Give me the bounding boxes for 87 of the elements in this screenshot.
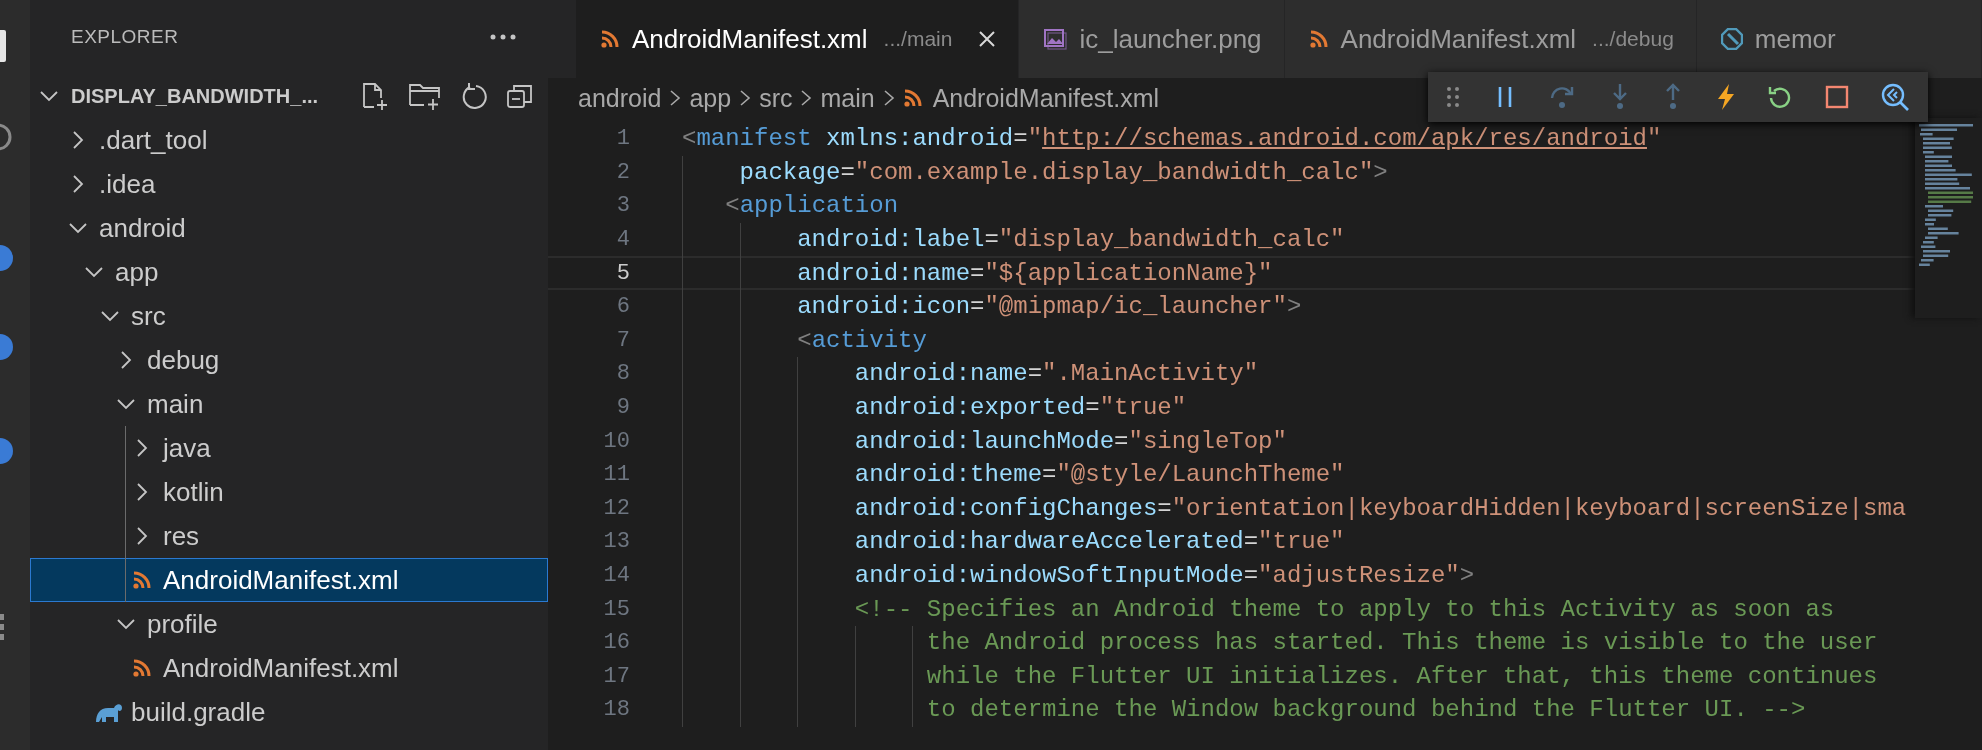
line-number: 14 [602, 563, 630, 588]
code-line: android:label="display_bandwidth_calc" [797, 226, 1345, 254]
code-line: package="com.example.display_bandwidth_calc"> [739, 158, 1388, 186]
editor-tab[interactable]: ic_launcher.png [1019, 0, 1285, 78]
line-number: 6 [615, 294, 630, 320]
collapse-all-icon[interactable] [506, 82, 534, 110]
rss-icon [600, 29, 620, 49]
breadcrumb-item[interactable]: AndroidManifest.xml [902, 83, 1160, 113]
tree-item[interactable]: src [30, 294, 548, 338]
notification-badge-icon [0, 333, 14, 361]
stop-icon[interactable] [1824, 85, 1849, 109]
line-number: 15 [602, 596, 630, 622]
breadcrumb-item[interactable]: android [578, 83, 662, 113]
line-number: 16 [602, 630, 630, 656]
refresh-icon[interactable] [460, 82, 488, 110]
editor-tab[interactable]: AndroidManifest.xml .../main [576, 0, 1020, 78]
code-line: android:hardwareAccelerated="true" [854, 528, 1345, 556]
restart-icon[interactable] [1767, 84, 1793, 110]
tree-item[interactable]: debug [30, 338, 548, 382]
notification-badge-icon [0, 437, 14, 465]
code-line: android:exported="true" [854, 394, 1187, 422]
lightning-icon[interactable] [1715, 83, 1736, 111]
tree-item[interactable]: profile [30, 602, 548, 646]
chevron-right-icon [800, 88, 813, 108]
hexagon-icon [1720, 28, 1743, 50]
line-number: 4 [615, 227, 630, 253]
rss-icon [132, 570, 152, 590]
rss-icon [902, 88, 923, 108]
line-number: 10 [602, 428, 630, 454]
code-line: to determine the Window background behind the Flutter UI. --> [926, 696, 1806, 724]
tree-item[interactable]: build.gradle [30, 690, 548, 734]
code-line: android:configChanges="orientation|keyboardHidden|keyboard|screenSize|sma [854, 494, 1907, 522]
line-number: 8 [615, 361, 630, 387]
notification-badge-icon [0, 244, 14, 272]
tree-item[interactable]: .idea [30, 162, 548, 206]
tree-item[interactable]: main [30, 382, 548, 426]
tree-item[interactable]: android [30, 206, 548, 250]
line-number: 11 [602, 462, 630, 488]
line-number: 17 [602, 663, 630, 689]
image-icon [1043, 28, 1068, 50]
code-line: <manifest xmlns:android="http://schemas.android.com/apk/res/android" [682, 125, 1662, 153]
code-line: android:name="${applicationName}" [797, 259, 1273, 287]
rss-icon [132, 658, 152, 678]
line-number: 13 [602, 529, 630, 555]
line-number: 12 [602, 495, 630, 521]
code-line: <activity [797, 326, 927, 354]
more-icon[interactable] [490, 33, 516, 41]
line-number: 3 [615, 193, 630, 219]
code-line: <application [725, 192, 899, 220]
tree-item[interactable]: AndroidManifest.xml [30, 558, 548, 602]
line-number: 2 [615, 159, 630, 185]
chevron-right-icon [882, 88, 895, 108]
line-number: 9 [615, 395, 630, 421]
rss-icon [1308, 29, 1329, 49]
explorer-title: EXPLORER [71, 26, 179, 48]
code-line: while the Flutter UI initializes. After that, this theme continues [926, 662, 1878, 690]
tree-item[interactable]: .dart_tool [30, 118, 548, 162]
code-line: android:launchMode="singleTop" [854, 427, 1287, 455]
chevron-right-icon [669, 88, 682, 108]
chevron-right-icon [739, 88, 752, 108]
editor-tab[interactable]: memor [1696, 0, 1982, 78]
tree-item[interactable]: app [30, 250, 548, 294]
line-number: 18 [602, 697, 630, 723]
code-line: the Android process has started. This theme is visible to the user [926, 629, 1878, 657]
code-line: <!-- Specifies an Android theme to apply to this Activity as soon as [854, 595, 1835, 623]
close-icon[interactable] [978, 30, 997, 48]
breadcrumb-item[interactable]: app [689, 83, 732, 113]
new-folder-icon[interactable] [408, 81, 442, 111]
drag-handle-icon[interactable] [1446, 86, 1460, 108]
tree-item[interactable]: kotlin [30, 470, 548, 514]
breadcrumb-item[interactable]: src [759, 83, 793, 113]
tree-item[interactable]: res [30, 514, 548, 558]
inspector-icon[interactable] [1880, 82, 1910, 112]
line-number: 7 [615, 327, 630, 353]
tree-item[interactable]: java [30, 426, 548, 470]
code-line: android:theme="@style/LaunchTheme" [854, 461, 1345, 489]
line-number: 5 [615, 260, 630, 286]
project-folder[interactable]: DISPLAY_BANDWIDTH_... [39, 84, 319, 108]
breadcrumb-item[interactable]: main [820, 83, 875, 113]
code-line: android:name=".MainActivity" [854, 360, 1259, 388]
code-line: android:icon="@mipmap/ic_launcher"> [797, 293, 1302, 321]
code-line: android:windowSoftInputMode="adjustResize"> [854, 562, 1475, 589]
new-file-icon[interactable] [360, 81, 390, 111]
line-number: 1 [615, 126, 630, 152]
url-link[interactable]: http://schemas.android.com/apk/res/android [1042, 125, 1647, 153]
editor-tab[interactable]: AndroidManifest.xml .../debug [1284, 0, 1697, 78]
tree-item[interactable]: AndroidManifest.xml [30, 646, 548, 690]
